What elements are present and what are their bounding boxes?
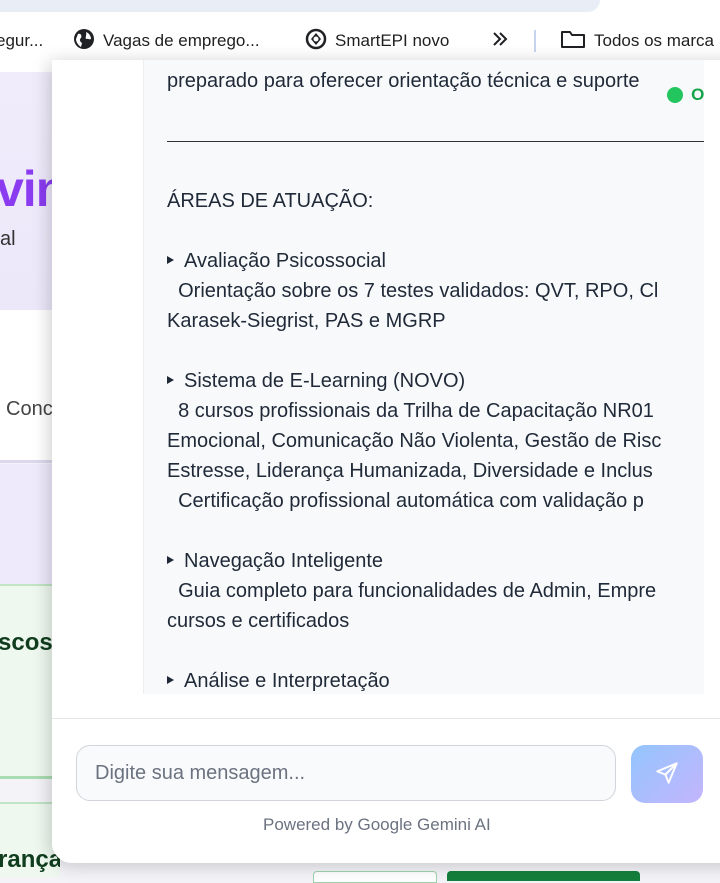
folder-icon	[560, 28, 586, 55]
background-card-text: Conc	[6, 398, 53, 420]
assistant-message: preparado para oferecer orientação técni…	[143, 60, 704, 694]
status-badge: ONLIN	[667, 85, 704, 105]
bookmarks-separator	[534, 30, 536, 52]
bookmark-label: Vagas de emprego...	[103, 31, 260, 50]
background-card	[0, 310, 60, 463]
bookmark-item-1[interactable]: egur...	[0, 28, 43, 54]
area-line: cursos e certificados	[167, 610, 350, 632]
bullet-icon	[167, 675, 174, 684]
bullet-icon	[167, 375, 174, 384]
bookmark-item-smartepi[interactable]: SmartEPI novo	[305, 28, 449, 54]
background-page: vin al Conc scos rança	[0, 72, 60, 877]
area-title: Sistema de E-Learning (NOVO)	[167, 366, 465, 396]
background-green-card-title: scos	[0, 629, 53, 656]
globe-icon	[73, 28, 95, 55]
bookmark-item-vagas[interactable]: Vagas de emprego...	[73, 28, 260, 54]
area-title: Navegação Inteligente	[167, 546, 383, 576]
bullet-icon	[167, 555, 174, 564]
chat-input-row: Powered by Google Gemini AI	[52, 718, 720, 863]
chat-messages[interactable]: preparado para oferecer orientação técni…	[52, 60, 720, 718]
area-line: Certificação profissional automática com…	[167, 490, 644, 512]
bookmark-label: SmartEPI novo	[335, 31, 450, 50]
area-line: Orientação sobre os 7 testes validados: …	[167, 280, 659, 302]
bookmark-folder-all[interactable]: Todos os marca	[560, 28, 714, 54]
bookmarks-overflow-button[interactable]	[490, 28, 510, 54]
status-text: ONLIN	[691, 85, 704, 104]
area-line: Karasek-Siegrist, PAS e MGRP	[167, 310, 446, 332]
message-intro-line: preparado para oferecer orientação técni…	[167, 70, 640, 92]
bullet-icon	[167, 255, 174, 264]
area-line: Estresse, Liderança Humanizada, Diversid…	[167, 460, 653, 482]
background-primary-button	[447, 871, 640, 881]
area-title: Avaliação Psicossocial	[167, 246, 386, 276]
area-line: 8 cursos profissionais da Trilha de Capa…	[167, 400, 654, 422]
background-green-card	[0, 584, 60, 779]
bookmark-folder-label: Todos os marca	[594, 31, 714, 50]
background-hero-subtitle: al	[0, 228, 16, 250]
message-divider	[167, 141, 704, 142]
area-line: Emocional, Comunicação Não Violenta, Ges…	[167, 430, 662, 452]
area-line: Guia completo para funcionalidades de Ad…	[167, 580, 657, 602]
bookmark-label: egur...	[0, 31, 44, 50]
send-icon	[654, 760, 680, 789]
background-hero-title: vin	[0, 161, 60, 217]
message-input[interactable]	[76, 745, 616, 801]
smartepi-icon	[305, 28, 327, 55]
chat-panel: preparado para oferecer orientação técni…	[52, 60, 720, 863]
area-title: Análise e Interpretação	[167, 666, 390, 694]
online-dot	[667, 87, 684, 103]
tab-strip-edge	[0, 0, 600, 12]
send-button[interactable]	[631, 745, 703, 803]
powered-by-text: Powered by Google Gemini AI	[263, 815, 491, 834]
background-green-card-2-title: rança	[0, 846, 60, 873]
section-title: ÁREAS DE ATUAÇÃO:	[167, 190, 374, 212]
background-outline-button	[313, 871, 437, 883]
double-chevron-right-icon	[490, 29, 510, 54]
background-section	[0, 464, 60, 584]
